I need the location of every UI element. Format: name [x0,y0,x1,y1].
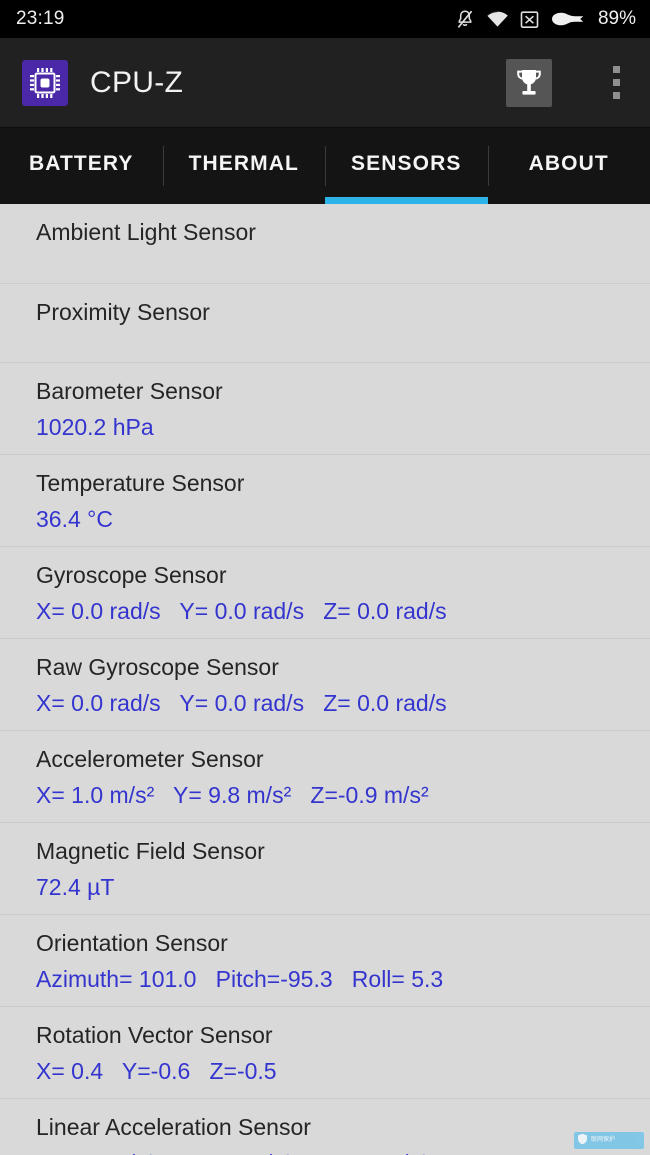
tab-indicator [163,197,326,204]
sensor-name: Proximity Sensor [36,298,210,325]
tab-label: THERMAL [188,152,299,175]
sensor-value: X= 0.1 m/s² Y= 0.1 m/s² Z= 0.0 m/s² [36,1147,650,1155]
sensor-row[interactable]: Proximity Sensor [0,283,650,364]
tab-sensors[interactable]: SENSORS [325,128,488,204]
x-box-icon [520,10,539,29]
tab-label: ABOUT [528,152,609,175]
app-bar: CPU-Z [0,38,650,128]
tab-indicator-active [325,197,488,204]
status-bar: 23:19 89% [0,0,650,38]
sensor-name: Linear Acceleration Sensor [36,1114,311,1141]
tab-indicator [0,197,163,204]
sensor-row[interactable]: Rotation Vector Sensor X= 0.4 Y=-0.6 Z=-0… [0,1007,650,1100]
shield-icon [577,1132,588,1149]
sensor-name: Orientation Sensor [36,930,228,957]
security-watermark-badge: 联网保护 [574,1132,644,1149]
cpuz-app-screen: 23:19 89% CPU-Z BATTERY THERMAL SENSORS … [0,0,650,1155]
status-bar-clock: 23:19 [16,8,65,29]
battery-percent-label: 89% [597,8,636,29]
sensor-value: X= 1.0 m/s² Y= 9.8 m/s² Z=-0.9 m/s² [36,781,429,808]
wifi-icon [486,10,509,29]
tab-indicator [488,197,650,204]
bell-mute-icon [455,9,475,30]
overflow-dot [612,66,620,73]
sensor-row[interactable]: Linear Acceleration Sensor X= 0.1 m/s² Y=… [0,1099,650,1155]
tab-label: SENSORS [351,152,462,175]
sensor-name: Accelerometer Sensor [36,746,264,773]
sensor-value: 36.4 °C [36,505,113,532]
sensor-value: 1020.2 hPa [36,413,154,440]
overflow-dot [612,92,620,99]
sensor-value: X= 0.0 rad/s Y= 0.0 rad/s Z= 0.0 rad/s [36,689,447,716]
sensor-value: Azimuth= 101.0 Pitch=-95.3 Roll= 5.3 [36,965,444,992]
trophy-icon[interactable] [506,58,552,107]
sensor-row[interactable]: Magnetic Field Sensor 72.4 µT [0,823,650,916]
tab-label: BATTERY [28,152,134,175]
overflow-menu-icon[interactable] [596,55,636,111]
sensor-list[interactable]: Ambient Light Sensor Proximity Sensor Baro… [0,204,650,1155]
cpu-chip-icon [22,59,68,106]
tab-battery[interactable]: BATTERY [0,128,163,204]
sensor-value: 72.4 µT [36,873,115,900]
sensor-row[interactable]: Raw Gyroscope Sensor X= 0.0 rad/s Y= 0.0 … [0,639,650,732]
sensor-name: Ambient Light Sensor [36,219,256,245]
status-bar-icons: 89% [455,8,636,30]
sensor-row[interactable]: Temperature Sensor 36.4 °C [0,455,650,548]
sensor-name: Barometer Sensor [36,378,223,405]
tab-about[interactable]: ABOUT [487,128,650,204]
sensor-name: Raw Gyroscope Sensor [36,654,279,681]
sensor-row[interactable]: Barometer Sensor 1020.2 hPa [0,363,650,456]
sensor-name: Rotation Vector Sensor [36,1022,273,1049]
page-title: CPU-Z [90,65,184,99]
sensor-name: Gyroscope Sensor [36,562,227,589]
sensor-row[interactable]: Accelerometer Sensor X= 1.0 m/s² Y= 9.8 m… [0,731,650,824]
sensor-row[interactable]: Gyroscope Sensor X= 0.0 rad/s Y= 0.0 rad/… [0,547,650,640]
overflow-dot [612,79,620,86]
sensor-name: Magnetic Field Sensor [36,838,265,865]
sensor-row[interactable]: Orientation Sensor Azimuth= 101.0 Pitch=-… [0,915,650,1008]
sensor-row[interactable]: Ambient Light Sensor [0,204,650,284]
tab-thermal[interactable]: THERMAL [162,128,326,204]
sensor-value: X= 0.4 Y=-0.6 Z=-0.5 [36,1057,277,1084]
tab-bar: BATTERY THERMAL SENSORS ABOUT [0,128,650,204]
sensor-value: X= 0.0 rad/s Y= 0.0 rad/s Z= 0.0 rad/s [36,597,447,624]
sensor-name: Temperature Sensor [36,470,245,497]
watermark-label: 联网保护 [591,1137,616,1144]
battery-icon [550,9,586,29]
